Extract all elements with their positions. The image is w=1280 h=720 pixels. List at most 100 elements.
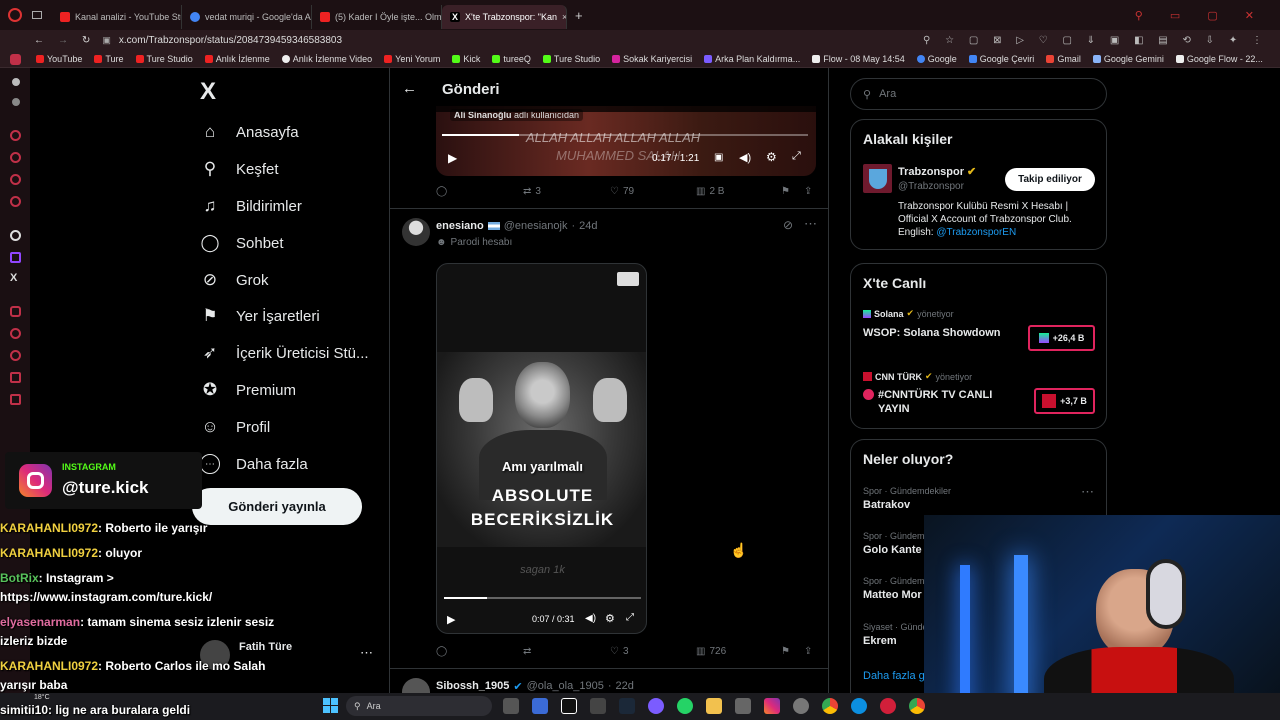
- video-player-1[interactable]: Ali Sinanoğlu adlı kullanıcıdan ALLAH AL…: [436, 106, 816, 176]
- new-tab-icon[interactable]: +: [575, 8, 583, 23]
- account-name[interactable]: Trabzonspor ✔: [898, 165, 976, 179]
- trend-item[interactable]: Spor · Gündem Matteo Mor: [863, 576, 925, 601]
- browser-logo-icon[interactable]: [8, 8, 22, 22]
- bookmark-item[interactable]: Google: [911, 54, 963, 64]
- tab-list-icon[interactable]: [32, 11, 42, 19]
- bookmark-item[interactable]: Sokak Kariyercisi: [606, 54, 698, 64]
- live-count-badge[interactable]: +26,4 B: [1028, 325, 1095, 351]
- chrome-icon[interactable]: [822, 698, 838, 714]
- account-menu-icon[interactable]: ⋯: [360, 645, 373, 661]
- tab-google-search[interactable]: vedat muriqi - Google'da A: [182, 5, 312, 29]
- steam-icon[interactable]: [619, 698, 635, 714]
- views-button[interactable]: ▥ 726: [696, 646, 726, 657]
- bookmark-item[interactable]: Ture Studio: [537, 54, 606, 64]
- bookmark-item[interactable]: Flow - 08 May 14:54: [806, 54, 911, 64]
- bookmark-item[interactable]: Kick: [446, 54, 486, 64]
- pin-rail-icon[interactable]: [10, 196, 21, 207]
- taskview-icon[interactable]: [503, 698, 519, 714]
- nav-item-explore[interactable]: ⚲ Keşfet: [200, 154, 279, 184]
- window-controls[interactable]: ⚲ ▭ ▢ ✕: [1135, 9, 1266, 22]
- bookmark-item[interactable]: Ture Studio: [130, 54, 199, 64]
- bookmark-item[interactable]: Anlık İzlenme: [199, 54, 276, 64]
- post-author[interactable]: enesiano @enesianojk · 24d: [436, 220, 597, 232]
- chrome-icon[interactable]: [909, 698, 925, 714]
- trend-item[interactable]: Spor · Gündem Golo Kante: [863, 531, 925, 556]
- tab-youtube-video[interactable]: (5) Kader I Öyle işte... Olm: [312, 5, 442, 29]
- account-name[interactable]: Fatih Türe: [239, 641, 292, 653]
- trend-item[interactable]: Siyaset · Günde Ekrem: [863, 622, 928, 647]
- avatar[interactable]: [402, 678, 430, 693]
- bookmark-item[interactable]: YouTube: [30, 54, 88, 64]
- extensions-icons[interactable]: ⚲ ☆ ▢ ⊠ ▷ ♡ ▢ ⇓ ▣ ◧ ▤ ⟲ ⇩ ✦ ⋮: [923, 35, 1268, 46]
- tab-youtube-studio[interactable]: Kanal analizi - YouTube Stu: [52, 5, 182, 29]
- grok-icon[interactable]: ⊘: [783, 218, 793, 232]
- bookmark-item[interactable]: Yeni Yorum: [378, 54, 446, 64]
- nav-item-home[interactable]: ⌂ Anasayfa: [200, 117, 299, 147]
- opera-gx-icon[interactable]: [880, 698, 896, 714]
- nav-item-creator-studio[interactable]: ➶ İçerik Üreticisi Stü...: [200, 338, 369, 368]
- chat-rail-icon[interactable]: [10, 350, 21, 361]
- following-button[interactable]: Takip ediliyor: [1005, 168, 1095, 191]
- nav-item-chat[interactable]: ◯ Sohbet: [200, 228, 283, 258]
- video-player-2[interactable]: Amı yarılmalı ABSOLUTE BECERİKSİZLİK sag…: [436, 263, 647, 634]
- like-button[interactable]: ♡ 3: [610, 646, 629, 657]
- panel-rail-icon[interactable]: [10, 394, 21, 405]
- back-icon[interactable]: ←: [34, 35, 44, 46]
- video-progress-track[interactable]: [442, 134, 808, 136]
- nav-item-premium[interactable]: ✪ Premium: [200, 375, 296, 405]
- app-icon[interactable]: [590, 698, 606, 714]
- trabzonspor-logo[interactable]: [863, 164, 892, 193]
- forward-icon[interactable]: →: [58, 35, 68, 46]
- bookmark-icon[interactable]: ⚑: [781, 646, 790, 657]
- post-button[interactable]: Gönderi yayınla: [192, 488, 362, 525]
- whatsapp-icon[interactable]: [677, 698, 693, 714]
- share-icon[interactable]: ⇪: [804, 646, 812, 657]
- avatar[interactable]: [402, 218, 430, 246]
- video-progress-track[interactable]: [444, 597, 641, 599]
- bio-link[interactable]: @TrabzonsporEN: [936, 227, 1016, 238]
- settings-icon[interactable]: ⚙: [766, 150, 777, 164]
- home-rail-icon[interactable]: [10, 54, 21, 65]
- app-icon[interactable]: [735, 698, 751, 714]
- repost-button[interactable]: ⇄ 3: [523, 186, 541, 197]
- tiktok-icon[interactable]: [561, 698, 577, 714]
- bag-rail-icon[interactable]: [10, 372, 21, 383]
- folder-icon[interactable]: [706, 698, 722, 714]
- chatgpt-rail-icon[interactable]: [10, 230, 21, 241]
- globe-rail-icon[interactable]: [10, 174, 21, 185]
- nav-item-grok[interactable]: ⊘ Grok: [200, 265, 269, 295]
- live-count-badge[interactable]: +3,7 B: [1034, 388, 1095, 414]
- bookmark-icon[interactable]: ⚑: [781, 186, 790, 197]
- fullscreen-icon[interactable]: ⤢: [792, 150, 801, 163]
- instagram-rail-icon[interactable]: [10, 306, 21, 317]
- bookmark-item[interactable]: Anlık İzlenme Video: [276, 54, 378, 64]
- instagram-icon[interactable]: [764, 698, 780, 714]
- bookmark-item[interactable]: Ture: [88, 54, 129, 64]
- cube-rail-icon[interactable]: [10, 152, 21, 163]
- nav-item-notifications[interactable]: ♫ Bildirimler: [200, 191, 302, 221]
- play-icon[interactable]: ▶: [448, 151, 457, 165]
- share-icon[interactable]: ⇪: [804, 186, 812, 197]
- weather-widget[interactable]: 18°C: [34, 694, 50, 701]
- bookmark-item[interactable]: Google Gemini: [1087, 54, 1170, 64]
- tab-x-trabzonspor[interactable]: X X'te Trabzonspor: "Kan ×: [442, 5, 567, 29]
- bookmark-item[interactable]: Google Flow - 22...: [1170, 54, 1269, 64]
- x-rail-icon[interactable]: X: [10, 272, 17, 284]
- post-menu-icon[interactable]: ⋯: [804, 216, 817, 232]
- edge-icon[interactable]: [851, 698, 867, 714]
- close-tab-icon[interactable]: ×: [562, 12, 566, 22]
- live-item[interactable]: CNN TÜRK ✔ yönetiyor #CNNTÜRK TV CANLI Y…: [863, 371, 1099, 423]
- taskbar-search[interactable]: ⚲ Ara: [346, 696, 492, 716]
- bookmark-item[interactable]: Arka Plan Kaldırma...: [698, 54, 806, 64]
- search-box[interactable]: ⚲ Ara: [850, 78, 1107, 110]
- nav-item-profile[interactable]: ☺ Profil: [200, 412, 270, 442]
- back-arrow-icon[interactable]: ←: [402, 80, 417, 97]
- volume-icon[interactable]: ◀): [585, 613, 596, 624]
- bookmark-item[interactable]: tureeQ: [486, 54, 537, 64]
- views-button[interactable]: ▥ 2 B: [696, 186, 724, 197]
- trend-menu-icon[interactable]: ⋯: [1081, 484, 1094, 500]
- app-icon[interactable]: [648, 698, 664, 714]
- dot-rail-icon[interactable]: [12, 98, 20, 106]
- reply-icon[interactable]: ◯: [436, 646, 447, 657]
- settings-icon[interactable]: [793, 698, 809, 714]
